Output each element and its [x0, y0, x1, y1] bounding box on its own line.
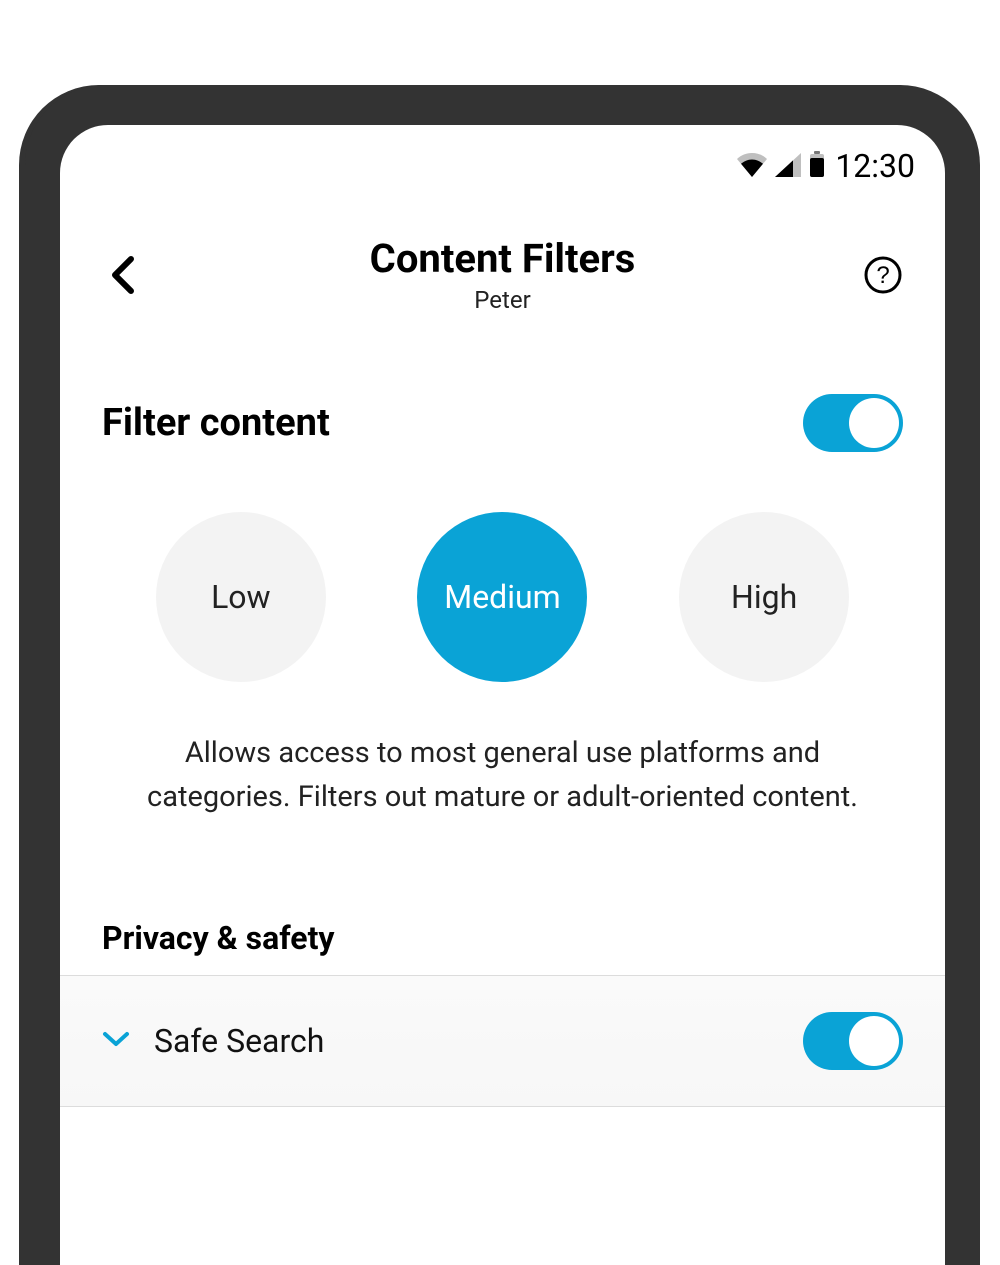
filter-level-high[interactable]: High: [679, 512, 849, 682]
safe-search-toggle[interactable]: [803, 1012, 903, 1070]
page-title: Content Filters: [146, 235, 859, 282]
filter-content-toggle[interactable]: [803, 394, 903, 452]
filter-content-row: Filter content: [60, 334, 945, 472]
filter-level-medium[interactable]: Medium: [417, 512, 587, 682]
privacy-safety-heading: Privacy & safety: [60, 879, 945, 975]
help-icon: ?: [863, 255, 903, 295]
divider: [60, 1106, 945, 1107]
battery-icon: [809, 147, 825, 185]
chevron-down-icon: [102, 1030, 130, 1052]
filter-level-high-label: High: [731, 578, 797, 616]
back-button[interactable]: [98, 251, 146, 299]
toggle-knob: [849, 1016, 899, 1066]
device-frame: 12:30 Content Filters Peter ? Filter: [25, 85, 980, 1265]
chevron-left-icon: [109, 255, 135, 295]
page-subtitle: Peter: [146, 286, 859, 314]
filter-level-description: Allows access to most general use platfo…: [60, 712, 945, 879]
toggle-knob: [849, 398, 899, 448]
safe-search-row[interactable]: Safe Search: [60, 976, 945, 1106]
filter-level-medium-label: Medium: [444, 578, 560, 616]
device-screen: 12:30 Content Filters Peter ? Filter: [60, 125, 945, 1265]
filter-content-title: Filter content: [102, 401, 330, 445]
safe-search-label: Safe Search: [154, 1022, 324, 1060]
status-bar: 12:30: [60, 125, 945, 195]
status-icons: [737, 147, 825, 185]
filter-level-selector: Low Medium High: [60, 472, 945, 712]
filter-level-low-label: Low: [211, 578, 271, 616]
svg-text:?: ?: [876, 262, 889, 289]
help-button[interactable]: ?: [859, 251, 907, 299]
wifi-icon: [737, 147, 767, 185]
cellular-icon: [775, 147, 801, 185]
filter-level-low[interactable]: Low: [156, 512, 326, 682]
status-time: 12:30: [835, 147, 915, 185]
page-header: Content Filters Peter ?: [60, 195, 945, 334]
